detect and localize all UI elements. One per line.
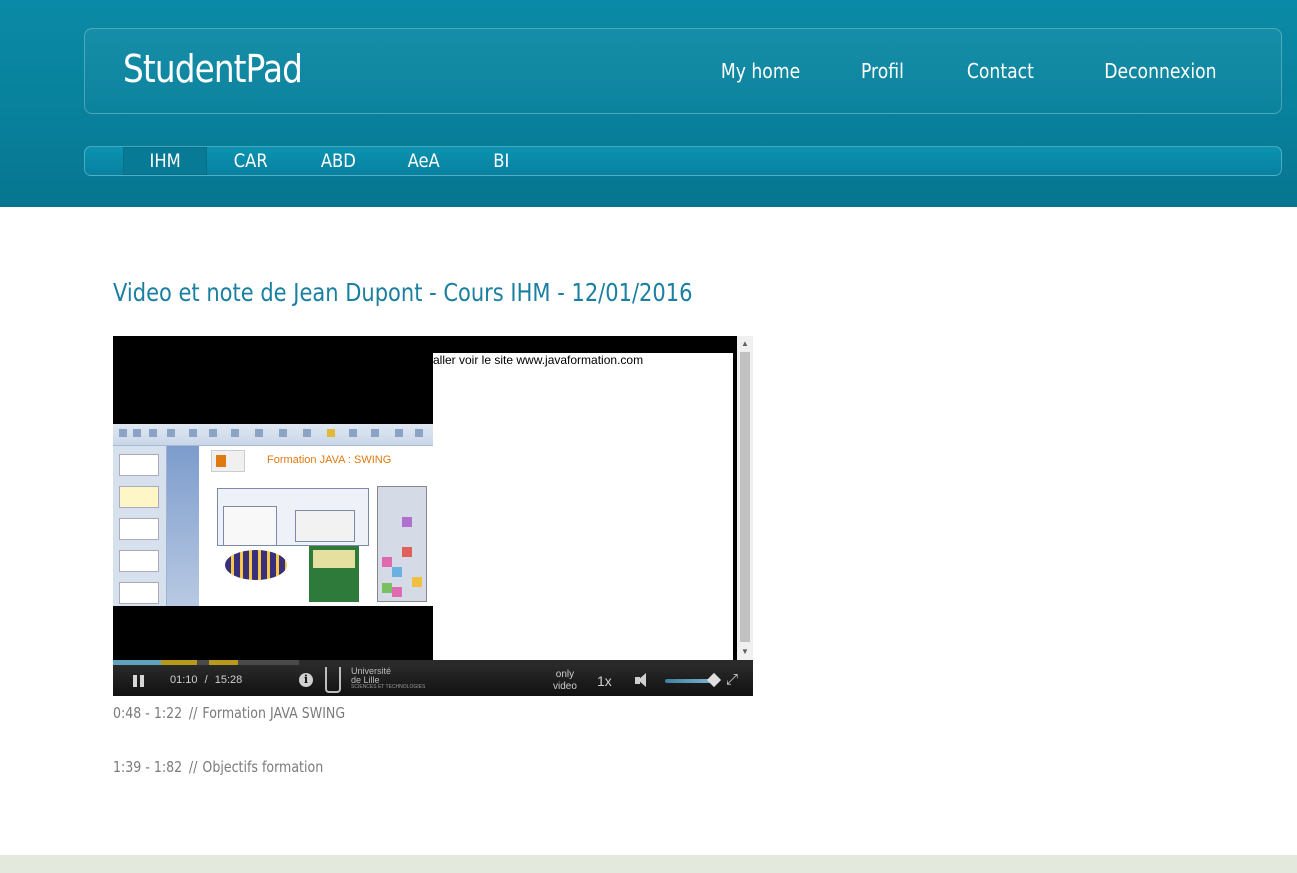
book-cover-image	[309, 546, 359, 602]
course-tabs-bar: IHM CAR ABD AeA BI	[84, 146, 1282, 176]
footer	[0, 855, 1297, 873]
tab-label: CAR	[234, 150, 268, 172]
tab-aea[interactable]: AeA	[381, 147, 467, 175]
note-separator: //	[188, 758, 198, 776]
pause-icon[interactable]	[133, 675, 145, 687]
slide-title: Formation JAVA : SWING	[267, 454, 392, 466]
note-item[interactable]: 0:48 - 1:22 //Formation JAVA SWING	[113, 704, 345, 722]
university-logo-icon	[325, 667, 341, 693]
video-label: video	[553, 681, 577, 692]
player-controls: 01:10 / 15:28 i Université de Lille SCIE…	[113, 665, 753, 696]
info-icon[interactable]: i	[299, 673, 313, 687]
duration: 15:28	[214, 674, 243, 686]
slide-thumbnails	[113, 446, 167, 606]
overlay-scrollbar[interactable]: ▲ ▼	[737, 336, 753, 660]
time-separator: /	[204, 674, 208, 686]
current-time: 01:10	[170, 674, 198, 686]
volume-icon[interactable]	[635, 673, 655, 689]
tab-ihm[interactable]: IHM	[123, 147, 207, 175]
tab-abd[interactable]: ABD	[295, 147, 381, 175]
notes-overlay: aller voir le site www.javaformation.com	[433, 353, 733, 660]
brand-logo[interactable]: StudentPad	[123, 47, 303, 91]
video-frame[interactable]: Formation JAVA : SWING	[113, 336, 433, 660]
slide-window	[295, 510, 355, 542]
header: StudentPad My home Profil Contact Deconn…	[0, 0, 1297, 207]
tab-label: ABD	[320, 150, 356, 172]
note-text: Objectifs formation	[202, 758, 324, 776]
course-tabs: IHM CAR ABD AeA BI	[123, 147, 535, 175]
slide-window	[223, 506, 277, 546]
java-logo-icon	[211, 450, 245, 472]
note-range: 1:39 - 1:82	[113, 758, 183, 776]
ribbon-toolbar	[113, 424, 433, 446]
slide-page: Formation JAVA : SWING	[199, 446, 433, 606]
note-text: Formation JAVA SWING	[202, 704, 346, 722]
tab-label: AeA	[407, 150, 441, 172]
nav-contact[interactable]: Contact	[967, 59, 1034, 83]
tab-label: IHM	[149, 150, 181, 172]
fish-image	[225, 550, 287, 580]
main-nav: My home Profil Contact Deconnexion	[708, 59, 1217, 83]
scroll-up-icon[interactable]: ▲	[737, 336, 753, 352]
note-separator: //	[188, 704, 198, 722]
only-video-button[interactable]: only video	[553, 669, 577, 693]
scroll-thumb[interactable]	[740, 352, 750, 642]
fullscreen-icon[interactable]: ⤢	[726, 671, 738, 688]
slide-sidebar	[167, 446, 199, 606]
speed-button[interactable]: 1x	[597, 673, 612, 689]
volume-knob[interactable]	[706, 672, 722, 688]
note-range: 0:48 - 1:22	[113, 704, 183, 722]
tetris-window	[377, 486, 427, 602]
nav-my-home[interactable]: My home	[720, 59, 799, 83]
top-navbar: StudentPad My home Profil Contact Deconn…	[84, 28, 1282, 114]
tab-car[interactable]: CAR	[207, 147, 295, 175]
scroll-down-icon[interactable]: ▼	[737, 644, 753, 660]
note-item[interactable]: 1:39 - 1:82 //Objectifs formation	[113, 758, 323, 776]
overlay-text: aller voir le site www.javaformation.com	[433, 353, 644, 367]
nav-deconnexion[interactable]: Deconnexion	[1105, 59, 1217, 83]
slide-screenshot: Formation JAVA : SWING	[113, 424, 433, 606]
time-display: 01:10 / 15:28	[170, 674, 242, 686]
only-label: only	[555, 669, 575, 680]
university-sub: SCIENCES ET TECHNOLOGIES	[351, 684, 426, 690]
video-player[interactable]: Formation JAVA : SWING aller voir le sit…	[113, 336, 753, 696]
tab-label: BI	[492, 150, 510, 172]
university-name: Université de Lille SCIENCES ET TECHNOLO…	[351, 667, 425, 690]
nav-profil[interactable]: Profil	[861, 59, 904, 83]
tab-bi[interactable]: BI	[467, 147, 535, 175]
page-title: Video et note de Jean Dupont - Cours IHM…	[113, 278, 693, 307]
